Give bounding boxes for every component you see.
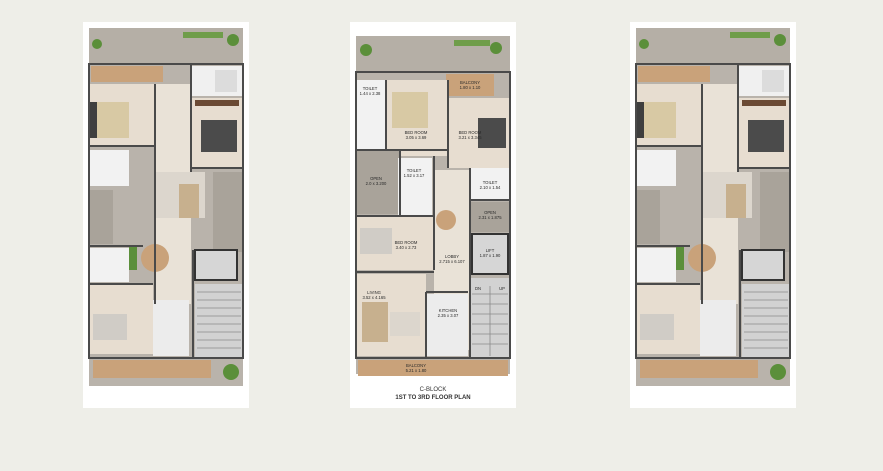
floor-plan-center: BALCONY 1.80 x 1.10 TOILET 1.44 x 2.38 BED… — [350, 22, 516, 408]
label-bedroom-1: BED ROOM 3.05 x 3.69 — [405, 130, 428, 140]
floor-plan-center-drawing: BALCONY 1.80 x 1.10 TOILET 1.44 x 2.38 BED… — [355, 36, 511, 376]
floor-plan-right — [630, 22, 796, 408]
caption-floor-plan-title: 1ST TO 3RD FLOOR PLAN — [395, 395, 471, 401]
floor-plan-left — [83, 22, 249, 408]
label-balcony-top: BALCONY 1.80 x 1.10 — [460, 80, 481, 90]
label-stair-up: UP — [499, 286, 505, 291]
label-stair-dn: DN — [475, 286, 481, 291]
floor-plan-right-drawing — [635, 28, 791, 386]
label-kitchen: KITCHEN 2.35 x 3.07 — [438, 308, 459, 318]
label-bedroom-2: BED ROOM 3.21 x 3.345 — [458, 130, 482, 140]
caption-block-name: C-BLOCK — [419, 387, 447, 393]
floor-plan-left-drawing — [88, 28, 244, 386]
label-bedroom-3: BED ROOM 3.40 x 2.73 — [395, 240, 418, 250]
label-balcony-bottom: BALCONY 5.21 x 1.80 — [406, 363, 427, 373]
